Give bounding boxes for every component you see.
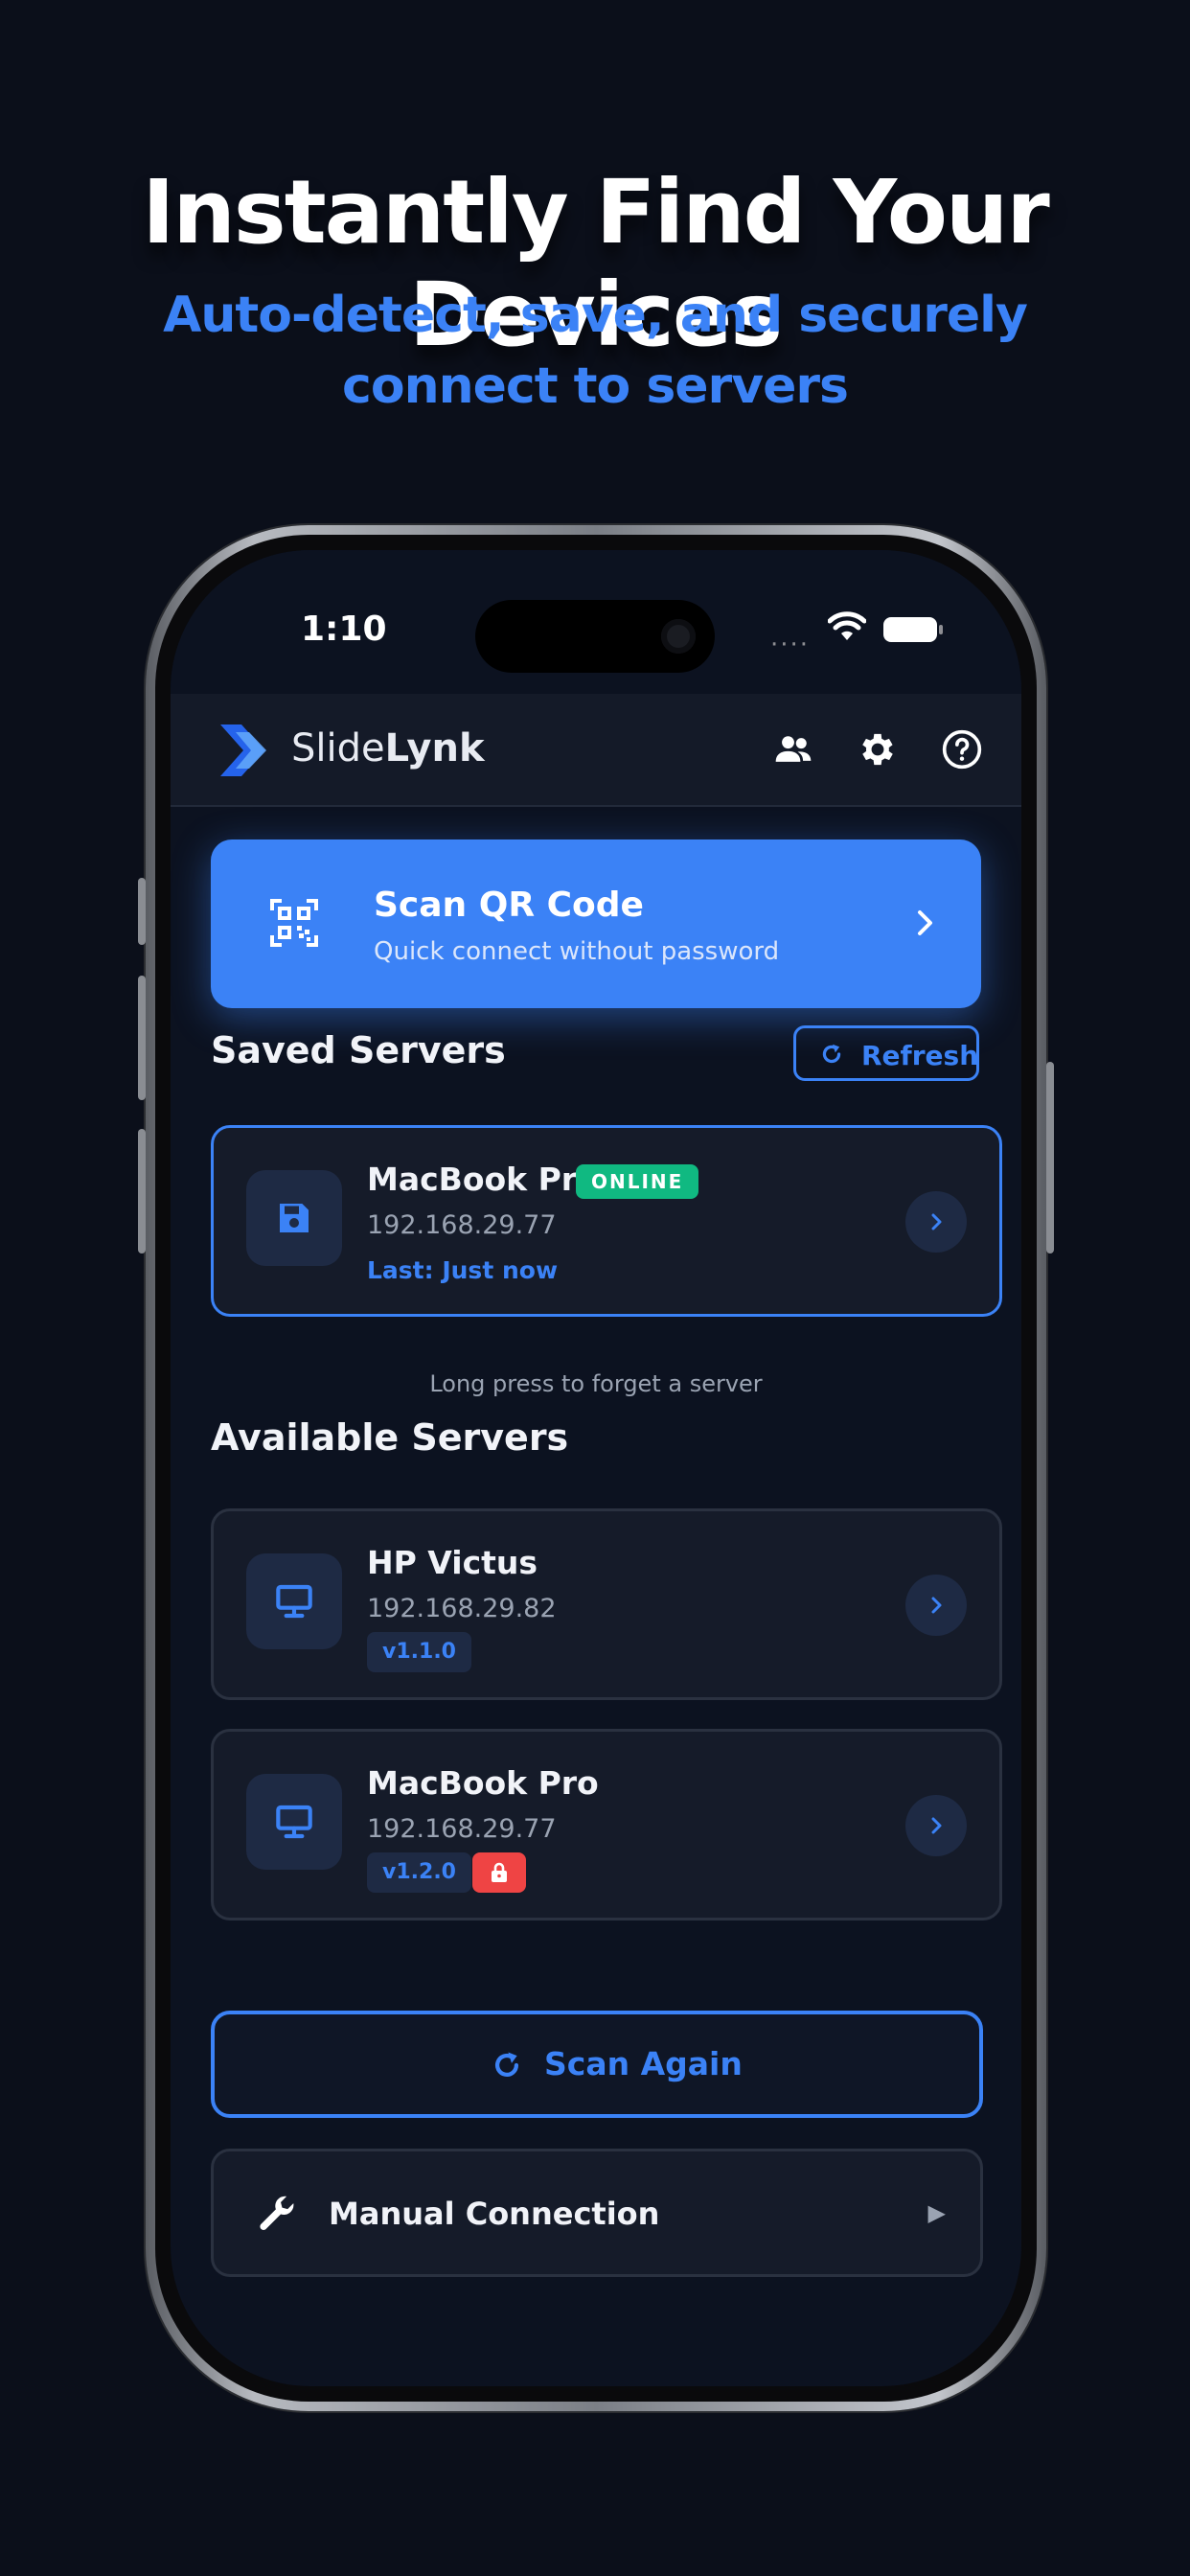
available-server-card[interactable]: HP Victus 192.168.29.82 v1.1.0: [211, 1508, 1002, 1700]
chevron-right-icon: [918, 910, 932, 935]
available-servers-title: Available Servers: [211, 1416, 569, 1459]
online-status-badge: ONLINE: [576, 1164, 699, 1199]
phone-power-button: [1046, 1062, 1054, 1254]
wifi-icon: [828, 611, 866, 640]
available-server-card[interactable]: MacBook Pro 192.168.29.77 v1.2.0: [211, 1729, 1002, 1920]
qr-code-icon: [270, 899, 318, 947]
app-header: SlideLynk: [171, 694, 1021, 807]
chevron-right-icon: [931, 1597, 942, 1614]
version-badge: v1.1.0: [367, 1632, 471, 1672]
gear-icon[interactable]: [857, 728, 899, 770]
scan-qr-button[interactable]: Scan QR Code Quick connect without passw…: [211, 840, 981, 1008]
promo-subline-line-1: Auto-detect, save, and securely: [163, 287, 1028, 344]
monitor-icon: [276, 1805, 312, 1839]
version-badge: v1.2.0: [367, 1852, 471, 1893]
chevron-right-icon: [931, 1817, 942, 1834]
server-name: MacBook Pro: [367, 1764, 599, 1802]
promo-subline: Auto-detect, save, and securely connect …: [0, 280, 1190, 422]
wrench-icon: [260, 2196, 294, 2230]
floppy-save-icon: [280, 1204, 309, 1232]
battery-icon: [883, 617, 943, 642]
brand-light: Slide: [291, 726, 385, 770]
scan-again-button[interactable]: Scan Again: [211, 2011, 983, 2118]
lock-icon: [492, 1862, 507, 1882]
forget-server-hint: Long press to forget a server: [429, 1370, 763, 1397]
refresh-icon: [822, 1044, 841, 1064]
refresh-icon: [494, 2052, 519, 2077]
status-time: 1:10: [301, 610, 387, 649]
server-ip: 192.168.29.82: [367, 1594, 557, 1623]
server-icon-box: [246, 1774, 342, 1870]
connect-chevron-button[interactable]: [905, 1795, 967, 1856]
server-ip: 192.168.29.77: [367, 1814, 557, 1844]
scan-qr-subtitle: Quick connect without password: [374, 937, 780, 966]
phone-action-button: [138, 878, 146, 945]
server-icon-box: [246, 1170, 342, 1266]
help-icon[interactable]: [941, 728, 983, 770]
connect-chevron-button[interactable]: [905, 1575, 967, 1636]
camera-icon: [661, 619, 696, 654]
saved-server-card[interactable]: MacBook Pro ONLINE 192.168.29.77 Last: J…: [211, 1125, 1002, 1317]
server-last-seen: Last: Just now: [367, 1256, 559, 1284]
signal-dots-icon: ····: [770, 631, 811, 659]
server-name: HP Victus: [367, 1544, 538, 1581]
brand-bold: Lynk: [384, 726, 485, 770]
saved-servers-title: Saved Servers: [211, 1029, 506, 1071]
status-bar: 1:10 ····: [171, 550, 1021, 694]
phone-frame: 1:10 ···· SlideLynk Scan QR Code Quick c…: [138, 525, 1054, 2411]
server-ip: 192.168.29.77: [367, 1210, 557, 1240]
app-brand: SlideLynk: [291, 726, 485, 770]
refresh-label: Refresh: [861, 1040, 979, 1071]
chevron-right-icon: [931, 1213, 942, 1230]
server-icon-box: [246, 1553, 342, 1649]
server-name: MacBook Pro: [367, 1161, 599, 1198]
phone-volume-up-button: [138, 976, 146, 1100]
slidelynk-logo-icon: [220, 724, 266, 776]
monitor-icon: [276, 1584, 312, 1619]
users-icon[interactable]: [772, 728, 814, 770]
scan-again-label: Scan Again: [544, 2045, 743, 2082]
connect-chevron-button[interactable]: [905, 1191, 967, 1253]
expand-arrow-icon: ▶: [927, 2199, 946, 2226]
manual-connection-button[interactable]: Manual Connection ▶: [211, 2149, 983, 2277]
password-lock-badge: [472, 1852, 526, 1893]
app-screen: 1:10 ···· SlideLynk Scan QR Code Quick c…: [171, 550, 1021, 2386]
promo-subline-line-2: connect to servers: [342, 357, 849, 415]
phone-volume-down-button: [138, 1129, 146, 1254]
refresh-button[interactable]: Refresh: [793, 1025, 979, 1081]
scan-qr-title: Scan QR Code: [374, 886, 644, 925]
manual-connection-label: Manual Connection: [329, 2196, 660, 2232]
dynamic-island: [475, 600, 715, 673]
